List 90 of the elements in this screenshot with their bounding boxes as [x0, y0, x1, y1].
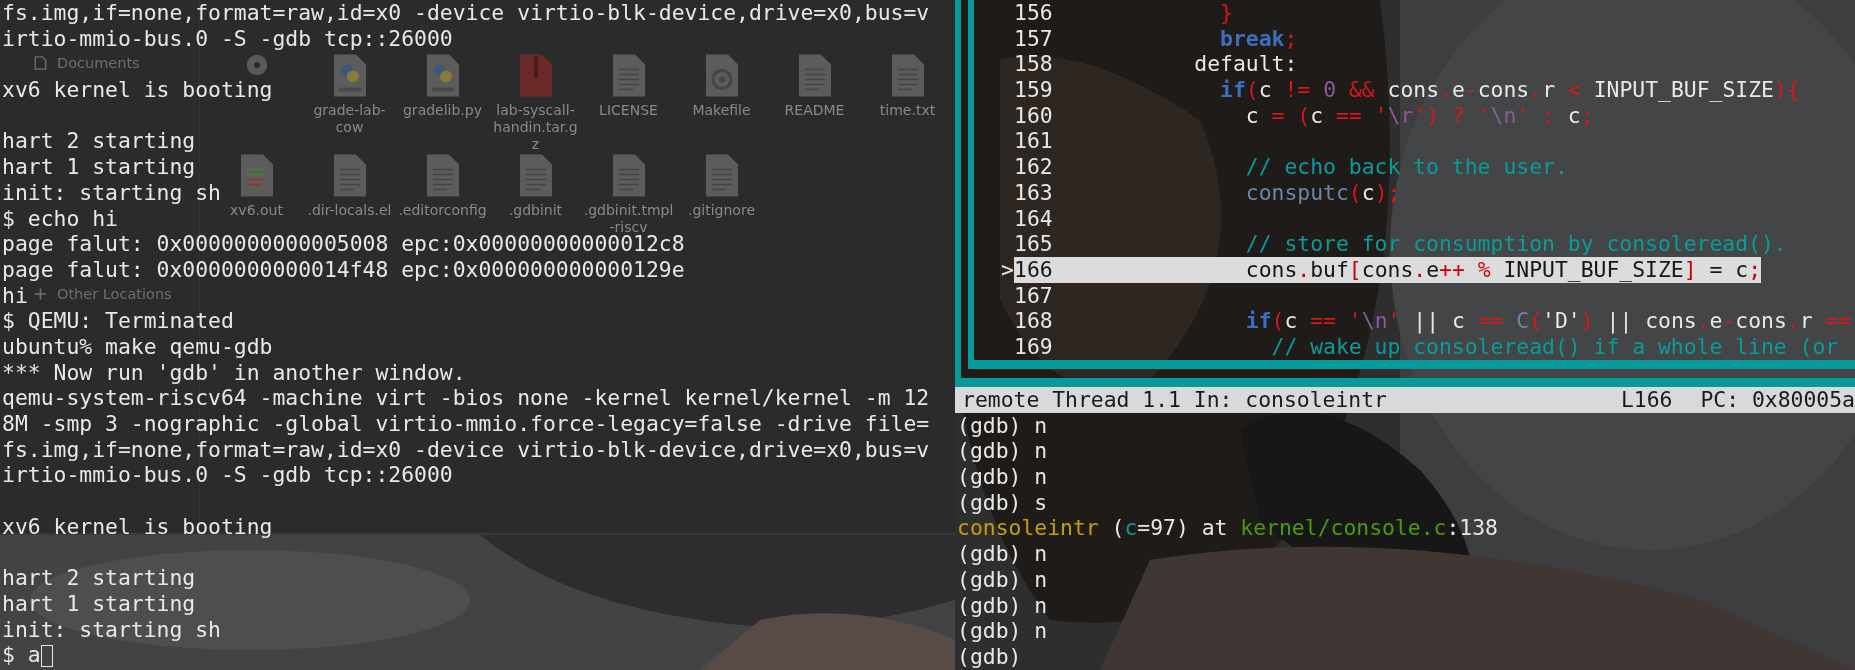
- console-line: (gdb) n: [957, 618, 1048, 644]
- line-indicator: L166: [1620, 387, 1673, 413]
- terminal-line: init: starting sh: [2, 616, 221, 643]
- line-number: 162: [1014, 154, 1053, 180]
- file-name: grade-lab-cow: [312, 102, 387, 136]
- plus-icon: [34, 287, 47, 301]
- line-number: 158: [1014, 51, 1053, 78]
- file-name: xv6.out: [229, 202, 284, 219]
- console-line: (gdb) s: [957, 489, 1048, 516]
- document-icon[interactable]: [610, 53, 647, 98]
- thread-info: remote Thread 1.1 In: consoleintr: [962, 387, 1387, 413]
- terminal-line: $ echo hi: [2, 205, 118, 232]
- patch-document-icon[interactable]: [238, 153, 275, 198]
- gear-document-icon[interactable]: [703, 53, 740, 98]
- line-number: 168: [1014, 308, 1053, 334]
- terminal-line: xv6 kernel is booting: [2, 77, 273, 103]
- file-name: lab-syscall-handin.tar.gz: [492, 102, 579, 153]
- python-file-icon[interactable]: [424, 53, 461, 98]
- terminal-line: hart 1 starting: [2, 590, 196, 617]
- program-counter: PC: 0x80005a: [1700, 387, 1855, 413]
- sidebar-item[interactable]: Documents: [57, 54, 140, 72]
- line-number: 165: [1014, 231, 1053, 257]
- line-number: 160: [1014, 102, 1053, 129]
- console-line: (gdb) n: [957, 412, 1048, 439]
- code-line: if(c == '\n' || c == C('D') || cons.e-cons.r ==: [1244, 308, 1852, 334]
- line-number: 161: [1014, 128, 1053, 155]
- file-name: time.txt: [878, 102, 937, 119]
- terminal-line: qemu-system-riscv64 -machine virt -bios none -kernel kernel/kernel -m 12: [2, 385, 930, 411]
- terminal-line: page falut: 0x0000000000014f48 epc:0x000000000000129e: [2, 256, 685, 283]
- console-line: (gdb) n: [957, 566, 1048, 593]
- console-line: (gdb) n: [957, 592, 1048, 619]
- python-file-icon[interactable]: [331, 53, 368, 98]
- disc-icon[interactable]: [244, 53, 269, 77]
- file-name: .dir-locals.el: [306, 202, 393, 219]
- code-line: // store for consumption by consoleread().: [1244, 231, 1787, 257]
- file-name: .editorconfig: [397, 202, 488, 219]
- console-line: (gdb) n: [957, 438, 1048, 465]
- terminal-line: $ a: [2, 642, 53, 668]
- terminal-line: 8M -smp 3 -nographic -global virtio-mmio.force-legacy=false -drive file=: [2, 411, 930, 437]
- code-line: if(c != 0 && cons.e-cons.r < INPUT_BUF_SIZE){: [1219, 77, 1800, 103]
- line-number: 159: [1014, 77, 1053, 103]
- file-name: Makefile: [691, 102, 752, 119]
- document-icon[interactable]: [610, 153, 647, 198]
- console-line: (gdb) n: [957, 464, 1048, 490]
- terminal-line: xv6 kernel is booting: [2, 513, 273, 540]
- terminal-line: hart 1 starting: [2, 154, 196, 180]
- document-icon: [34, 56, 47, 70]
- code-line: // echo back to the user.: [1244, 154, 1568, 180]
- terminal-line: irtio-mmio-bus.0 -S -gdb tcp::26000: [2, 25, 453, 52]
- code-line: }: [1219, 0, 1233, 26]
- document-icon[interactable]: [331, 153, 368, 198]
- document-icon[interactable]: [796, 53, 833, 98]
- text-cursor: [40, 645, 53, 668]
- console-line: (gdb) n: [957, 541, 1048, 567]
- current-line-marker: >: [1001, 256, 1014, 282]
- code-line: break;: [1219, 25, 1298, 52]
- sidebar-item[interactable]: Other Locations: [57, 285, 172, 303]
- file-name: gradelib.py: [402, 102, 483, 119]
- line-number: 163: [1014, 179, 1053, 206]
- terminal-line: fs.img,if=none,format=raw,id=x0 -device virtio-blk-device,drive=x0,bus=v: [2, 0, 930, 26]
- terminal-line: ubuntu% make qemu-gdb: [2, 333, 273, 360]
- code-line: // wake up consoleread() if a whole line (or: [1270, 333, 1839, 360]
- terminal-line: irtio-mmio-bus.0 -S -gdb tcp::26000: [2, 462, 453, 489]
- terminal-line: *** Now run 'gdb' in another window.: [2, 359, 466, 386]
- line-number: 164: [1014, 205, 1053, 232]
- document-icon[interactable]: [703, 153, 740, 198]
- code-line: consputc(c);: [1244, 179, 1401, 206]
- terminal-line: init: starting sh: [2, 179, 221, 206]
- file-name: .gdbinit: [507, 202, 564, 219]
- console-line: consoleintr (c=97) at kernel/console.c:138: [957, 515, 1498, 542]
- document-icon[interactable]: [424, 153, 461, 198]
- terminal-line: hart 2 starting: [2, 565, 196, 591]
- terminal-line: hi: [2, 282, 28, 309]
- terminal-line: fs.img,if=none,format=raw,id=x0 -device virtio-blk-device,drive=x0,bus=v: [2, 436, 930, 463]
- code-line: c = (c == '\r') ? '\n' : c;: [1244, 102, 1594, 129]
- archive-icon[interactable]: [517, 53, 554, 98]
- line-number: 157: [1014, 25, 1053, 52]
- file-name: LICENSE: [598, 102, 659, 119]
- code-line: default:: [1193, 51, 1298, 78]
- terminal-line: $ QEMU: Terminated: [2, 308, 234, 334]
- line-number: 166: [1014, 256, 1053, 283]
- line-number: 167: [1014, 282, 1053, 309]
- file-name: README: [783, 102, 846, 119]
- line-number: 169: [1014, 333, 1053, 360]
- console-line: (gdb): [957, 643, 1022, 670]
- document-icon[interactable]: [889, 53, 926, 98]
- document-icon[interactable]: [517, 153, 554, 198]
- line-number: 156: [1014, 0, 1053, 26]
- terminal-line: hart 2 starting: [2, 128, 196, 155]
- file-name: .gitignore: [687, 202, 756, 219]
